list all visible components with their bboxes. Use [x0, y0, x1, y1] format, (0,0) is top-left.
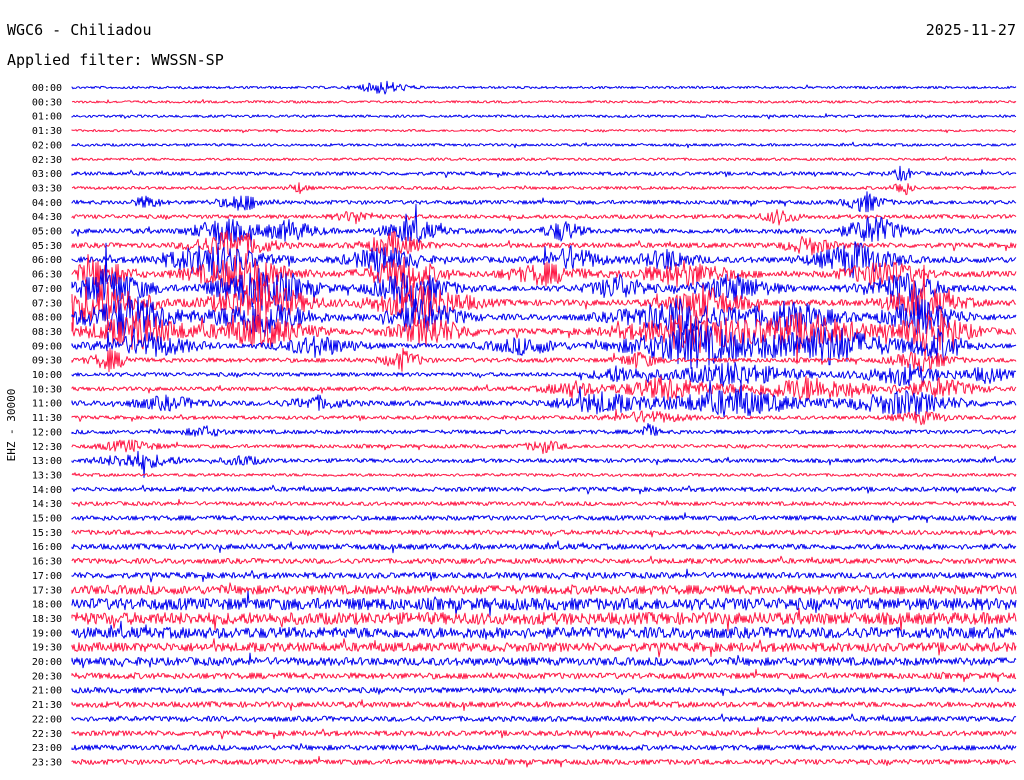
time-label-1230: 12:30	[32, 442, 62, 453]
time-label-0500: 05:00	[32, 227, 62, 238]
time-label-1830: 18:30	[32, 614, 62, 625]
trace-row-2230	[71, 727, 1017, 740]
helicorder-plot: 00:00 00:30 01:00 01:30 02:00 02:30 03:00 03:30…	[32, 80, 1017, 768]
trace-row-0500	[71, 203, 1017, 247]
trace-row-0130	[71, 128, 1017, 134]
time-label-0430: 04:30	[32, 212, 62, 223]
trace-row-1630	[71, 555, 1017, 565]
time-label-0230: 02:30	[32, 155, 62, 166]
time-label-1930: 19:30	[32, 643, 62, 654]
trace-row-0230	[71, 156, 1017, 162]
time-label-0130: 01:30	[32, 126, 62, 137]
time-label-0800: 08:00	[32, 313, 62, 324]
time-labels: 00:00 00:30 01:00 01:30 02:00 02:30 03:00 03:30…	[32, 83, 62, 768]
trace-row-2000	[71, 652, 1017, 669]
trace-row-0300	[71, 165, 1017, 182]
trace-row-2330	[71, 755, 1017, 768]
trace-row-1130	[71, 409, 1017, 426]
trace-row-1930	[71, 638, 1017, 658]
time-label-1130: 11:30	[32, 413, 62, 424]
trace-row-1700	[71, 568, 1017, 583]
time-label-0930: 09:30	[32, 356, 62, 367]
trace-row-0100	[71, 113, 1017, 120]
trace-row-2030	[71, 668, 1017, 683]
trace-row-1500	[71, 512, 1017, 524]
time-label-0630: 06:30	[32, 270, 62, 281]
time-label-0030: 00:30	[32, 97, 62, 108]
time-label-1500: 15:00	[32, 514, 62, 525]
trace-row-0400	[71, 191, 1017, 213]
time-label-0730: 07:30	[32, 298, 62, 309]
trace-row-2100	[71, 686, 1017, 697]
trace-row-0000	[71, 80, 1017, 95]
time-label-0300: 03:00	[32, 169, 62, 180]
time-label-2000: 20:00	[32, 657, 62, 668]
time-label-2130: 21:30	[32, 700, 62, 711]
time-label-2300: 23:00	[32, 743, 62, 754]
trace-row-2300	[71, 743, 1017, 751]
trace-row-0030	[71, 99, 1017, 104]
trace-row-1000	[71, 361, 1017, 388]
trace-row-2200	[71, 713, 1017, 723]
time-label-0700: 07:00	[32, 284, 62, 295]
time-label-1000: 10:00	[32, 370, 62, 381]
trace-row-1830	[71, 607, 1017, 632]
time-label-1730: 17:30	[32, 585, 62, 596]
time-label-2230: 22:30	[32, 729, 62, 740]
time-label-1430: 14:30	[32, 499, 62, 510]
trace-row-0430	[71, 209, 1017, 226]
trace-row-0330	[71, 182, 1017, 196]
time-label-1630: 16:30	[32, 557, 62, 568]
time-label-0530: 05:30	[32, 241, 62, 252]
time-label-1300: 13:00	[32, 456, 62, 467]
time-label-2330: 23:30	[32, 757, 62, 768]
time-label-0000: 00:00	[32, 83, 62, 94]
time-label-0830: 08:30	[32, 327, 62, 338]
time-label-0100: 01:00	[32, 112, 62, 123]
time-label-1900: 19:00	[32, 628, 62, 639]
time-label-1200: 12:00	[32, 427, 62, 438]
trace-row-2130	[71, 698, 1017, 711]
trace-row-1430	[71, 498, 1017, 507]
time-label-2100: 21:00	[32, 686, 62, 697]
time-label-1100: 11:00	[32, 399, 62, 410]
trace-row-1730	[71, 582, 1017, 595]
trace-row-1600	[71, 540, 1017, 554]
trace-row-1230	[71, 439, 1017, 455]
time-label-0200: 02:00	[32, 140, 62, 151]
trace-row-1900	[71, 620, 1017, 640]
trace-row-0200	[71, 141, 1017, 149]
seismic-traces	[71, 80, 1017, 768]
time-label-1030: 10:30	[32, 384, 62, 395]
time-label-2200: 22:00	[32, 714, 62, 725]
time-label-0900: 09:00	[32, 341, 62, 352]
time-label-1400: 14:00	[32, 485, 62, 496]
trace-row-1400	[71, 484, 1017, 495]
time-label-1530: 15:30	[32, 528, 62, 539]
trace-row-0930	[71, 347, 1017, 373]
time-label-1600: 16:00	[32, 542, 62, 553]
time-label-2030: 20:30	[32, 671, 62, 682]
trace-row-1800	[71, 590, 1017, 617]
trace-row-1330	[71, 472, 1017, 478]
time-label-1330: 13:30	[32, 470, 62, 481]
time-label-1800: 18:00	[32, 600, 62, 611]
time-label-1700: 17:00	[32, 571, 62, 582]
time-label-0400: 04:00	[32, 198, 62, 209]
trace-row-1100	[71, 380, 1017, 418]
trace-row-1530	[71, 529, 1017, 538]
time-label-0600: 06:00	[32, 255, 62, 266]
time-label-0330: 03:30	[32, 183, 62, 194]
trace-row-1200	[71, 423, 1017, 437]
